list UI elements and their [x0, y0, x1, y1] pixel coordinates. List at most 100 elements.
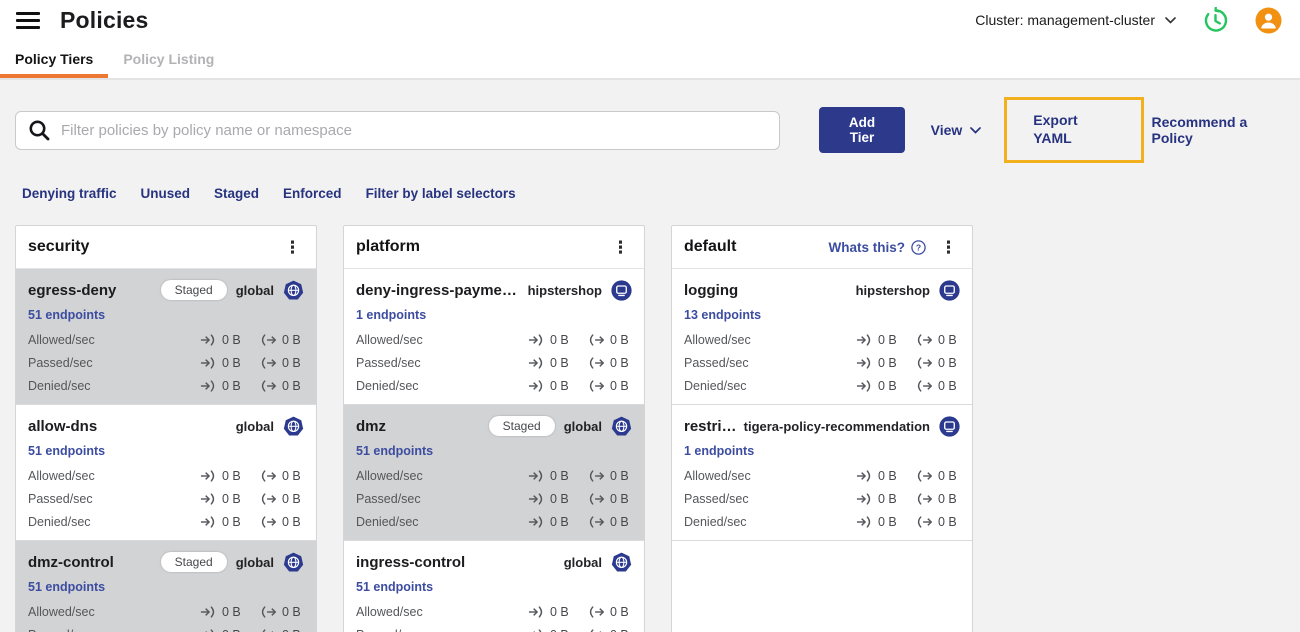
filter-staged[interactable]: Staged: [214, 186, 259, 201]
stat-row: Denied/sec 0 B 0 B: [684, 379, 960, 393]
egress-arrow-icon: [261, 470, 277, 482]
ingress-arrow-icon: [200, 516, 215, 528]
policy-card[interactable]: egress-deny Staged global 51 endpoints A…: [16, 269, 316, 405]
policy-card[interactable]: dmz Staged global 51 endpoints Allowed/s…: [344, 405, 644, 541]
view-dropdown-label: View: [930, 122, 963, 138]
ingress-arrow-icon: [856, 380, 871, 392]
policy-card[interactable]: dmz-control Staged global 51 endpoints A…: [16, 541, 316, 632]
egress-arrow-icon: [917, 380, 933, 392]
policy-list: egress-deny Staged global 51 endpoints A…: [16, 269, 316, 632]
export-yaml-button[interactable]: Export YAML: [1004, 97, 1144, 163]
svg-text:?: ?: [916, 242, 921, 252]
tier-kebab-menu-icon[interactable]: ⋮: [935, 239, 962, 256]
ingress-arrow-icon: [200, 380, 215, 392]
policy-stats: Allowed/sec 0 B 0 B Passed/sec: [28, 469, 304, 529]
endpoints-link[interactable]: 13 endpoints: [684, 308, 761, 322]
ingress-arrow-icon: [200, 470, 215, 482]
ingress-arrow-icon: [200, 493, 215, 505]
user-avatar[interactable]: [1255, 7, 1282, 34]
filter-enforced[interactable]: Enforced: [283, 186, 342, 201]
tier-card-default: default Whats this? ? ⋮ logging hipsters…: [671, 225, 973, 632]
policy-card[interactable]: deny-ingress-paymentservi… hipstershop 1…: [344, 269, 644, 405]
stat-label: Denied/sec: [356, 515, 419, 529]
egress-arrow-icon: [261, 334, 277, 346]
filter-unused[interactable]: Unused: [141, 186, 191, 201]
endpoints-link[interactable]: 1 endpoints: [356, 308, 426, 322]
egress-arrow-icon: [917, 334, 933, 346]
recommend-policy-button[interactable]: Recommend a Policy: [1152, 114, 1284, 146]
policy-card[interactable]: allow-dns global 51 endpoints Allowed/se…: [16, 405, 316, 541]
search-input[interactable]: [61, 121, 768, 139]
stat-out-value: 0 B: [282, 469, 301, 483]
stat-row: Allowed/sec 0 B 0 B: [28, 333, 304, 347]
cluster-selector[interactable]: Cluster: management-cluster: [975, 12, 1176, 28]
stat-in-value: 0 B: [222, 333, 241, 347]
tab-policy-tiers[interactable]: Policy Tiers: [0, 40, 109, 78]
tab-policy-listing[interactable]: Policy Listing: [108, 40, 229, 78]
stat-in-value: 0 B: [222, 492, 241, 506]
view-dropdown[interactable]: View: [931, 122, 982, 138]
policy-name: allow-dns: [28, 417, 98, 435]
filter-by-label-selectors[interactable]: Filter by label selectors: [366, 186, 516, 201]
stat-out-value: 0 B: [610, 356, 629, 370]
policy-name: restricted: [684, 417, 738, 435]
tier-name: security: [28, 238, 90, 255]
policy-card[interactable]: ingress-control global 51 endpoints Allo…: [344, 541, 644, 632]
stat-in-value: 0 B: [222, 469, 241, 483]
stat-label: Passed/sec: [684, 492, 749, 506]
ingress-arrow-icon: [856, 470, 871, 482]
filter-denying-traffic[interactable]: Denying traffic: [22, 186, 117, 201]
namespace-badge-icon: [611, 279, 632, 301]
policy-list: logging hipstershop 13 endpoints Allowed…: [672, 269, 972, 541]
policy-scope: hipstershop: [855, 282, 930, 298]
policy-card[interactable]: logging hipstershop 13 endpoints Allowed…: [672, 269, 972, 405]
stat-in-value: 0 B: [550, 469, 569, 483]
stat-in-value: 0 B: [550, 333, 569, 347]
egress-arrow-icon: [589, 357, 605, 369]
egress-arrow-icon: [261, 516, 277, 528]
stat-out-value: 0 B: [938, 492, 957, 506]
stat-in-value: 0 B: [550, 356, 569, 370]
endpoints-link[interactable]: 51 endpoints: [356, 580, 433, 594]
global-badge-icon: [283, 552, 304, 573]
stat-row: Denied/sec 0 B 0 B: [684, 515, 960, 529]
endpoints-link[interactable]: 1 endpoints: [684, 444, 754, 458]
endpoints-link[interactable]: 51 endpoints: [356, 444, 433, 458]
policy-name: logging: [684, 281, 739, 299]
endpoints-link[interactable]: 51 endpoints: [28, 580, 105, 594]
endpoints-link[interactable]: 51 endpoints: [28, 444, 105, 458]
policy-name: egress-deny: [28, 281, 117, 299]
endpoints-link[interactable]: 51 endpoints: [28, 308, 105, 322]
tier-card-platform: platform ⋮ deny-ingress-paymentservi… hi…: [343, 225, 645, 632]
staged-badge: Staged: [488, 416, 555, 436]
policy-scope: global: [235, 282, 274, 298]
stat-row: Denied/sec 0 B 0 B: [356, 515, 632, 529]
stat-in-value: 0 B: [222, 379, 241, 393]
stat-label: Allowed/sec: [684, 469, 751, 483]
egress-arrow-icon: [261, 357, 277, 369]
egress-arrow-icon: [917, 357, 933, 369]
app-header: Policies Cluster: management-cluster: [0, 0, 1300, 40]
ingress-arrow-icon: [528, 493, 543, 505]
history-icon: [1204, 6, 1228, 32]
stat-label: Denied/sec: [356, 379, 419, 393]
add-tier-button[interactable]: Add Tier: [819, 107, 905, 153]
global-badge-icon: [283, 416, 304, 437]
whats-this-link[interactable]: Whats this? ?: [829, 240, 927, 255]
policy-stats: Allowed/sec 0 B 0 B Passed/sec: [684, 333, 960, 393]
stat-out-value: 0 B: [282, 515, 301, 529]
stat-out-value: 0 B: [610, 492, 629, 506]
stat-label: Allowed/sec: [28, 469, 95, 483]
hamburger-menu-icon[interactable]: [16, 11, 40, 29]
history-button[interactable]: [1202, 6, 1229, 34]
policy-scope: global: [563, 418, 602, 434]
policy-scope: global: [563, 554, 602, 570]
stat-in-value: 0 B: [878, 333, 897, 347]
stat-row: Allowed/sec 0 B 0 B: [356, 469, 632, 483]
tier-kebab-menu-icon[interactable]: ⋮: [279, 239, 306, 256]
tier-kebab-menu-icon[interactable]: ⋮: [607, 239, 634, 256]
namespace-badge-icon: [939, 415, 960, 437]
policy-card[interactable]: restricted tigera-policy-recommendation …: [672, 405, 972, 541]
egress-arrow-icon: [589, 606, 605, 618]
stat-row: Passed/sec 0 B 0 B: [28, 492, 304, 506]
